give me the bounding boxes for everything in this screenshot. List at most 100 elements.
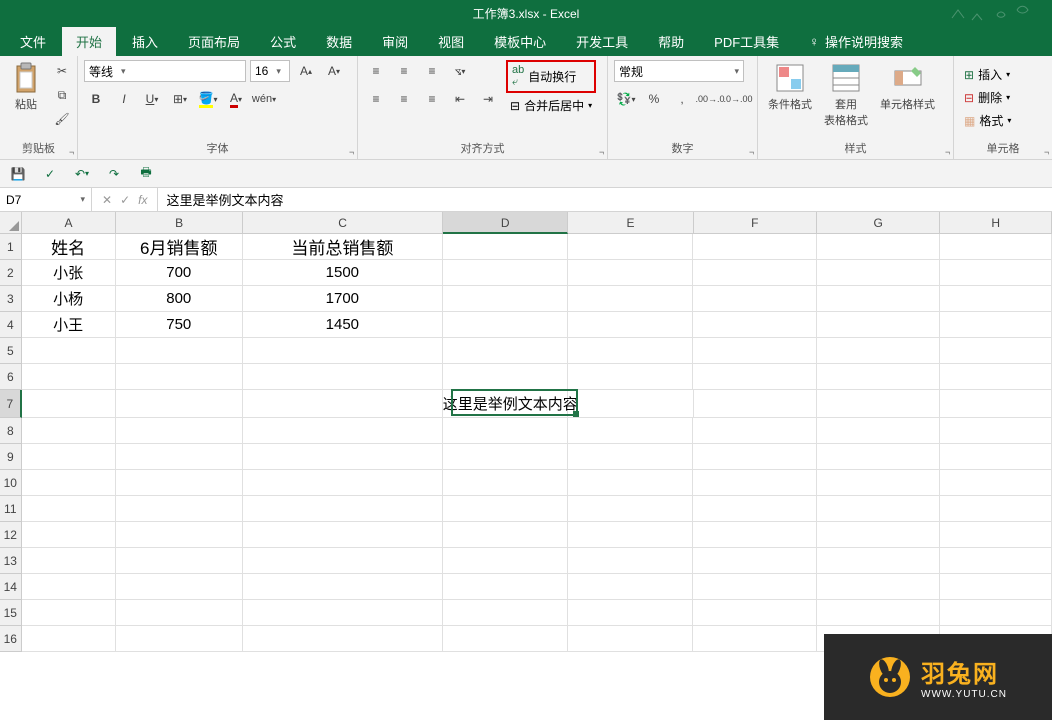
comma-button[interactable]: , (670, 88, 694, 110)
cell[interactable] (443, 418, 568, 444)
cell[interactable] (22, 600, 116, 626)
align-left-button[interactable]: ≡ (364, 88, 388, 110)
cell[interactable] (116, 522, 243, 548)
paste-button[interactable]: 粘贴 (6, 60, 46, 140)
cell[interactable] (568, 364, 693, 390)
font-color-button[interactable]: A▾ (224, 88, 248, 110)
insert-cells-button[interactable]: ⊞插入▾ (960, 64, 1046, 85)
cell[interactable] (443, 470, 568, 496)
cell[interactable] (940, 234, 1052, 260)
row-header[interactable]: 11 (0, 496, 22, 522)
copy-button[interactable]: ⧉ (50, 84, 74, 106)
undo-button[interactable]: ↶▾ (70, 163, 94, 185)
cell[interactable] (940, 496, 1052, 522)
cell[interactable] (443, 626, 568, 652)
cell[interactable] (940, 418, 1052, 444)
cell[interactable] (940, 574, 1052, 600)
row-header[interactable]: 7 (0, 390, 22, 418)
tab-formulas[interactable]: 公式 (256, 27, 310, 56)
column-header[interactable]: G (817, 212, 940, 234)
cell[interactable] (243, 600, 443, 626)
cell[interactable] (694, 390, 817, 418)
cell[interactable] (243, 522, 443, 548)
delete-cells-button[interactable]: ⊟删除▾ (960, 87, 1046, 108)
bold-button[interactable]: B (84, 88, 108, 110)
cell[interactable] (116, 390, 243, 418)
cell[interactable] (940, 312, 1052, 338)
row-header[interactable]: 14 (0, 574, 22, 600)
column-header[interactable]: B (116, 212, 243, 234)
cell[interactable] (116, 418, 243, 444)
cell[interactable] (443, 600, 568, 626)
cell[interactable] (568, 496, 693, 522)
cell[interactable] (243, 338, 443, 364)
row-header[interactable]: 2 (0, 260, 22, 286)
cell[interactable] (116, 496, 243, 522)
cell[interactable] (940, 286, 1052, 312)
quick-print-button[interactable]: 🖶 (134, 163, 158, 185)
cell[interactable] (817, 338, 940, 364)
fill-color-button[interactable]: 🪣▾ (196, 88, 220, 110)
cell[interactable] (243, 574, 443, 600)
row-header[interactable]: 15 (0, 600, 22, 626)
tab-file[interactable]: 文件 (6, 27, 60, 56)
cell[interactable] (693, 312, 816, 338)
cell[interactable] (568, 234, 693, 260)
cell[interactable] (443, 234, 568, 260)
cell[interactable] (693, 364, 816, 390)
cell[interactable] (116, 470, 243, 496)
align-bottom-button[interactable]: ≡ (420, 60, 444, 82)
align-right-button[interactable]: ≡ (420, 88, 444, 110)
cell[interactable] (116, 600, 243, 626)
row-header[interactable]: 16 (0, 626, 22, 652)
align-top-button[interactable]: ≡ (364, 60, 388, 82)
column-header[interactable]: H (940, 212, 1052, 234)
row-header[interactable]: 8 (0, 418, 22, 444)
cell[interactable] (243, 470, 443, 496)
cell[interactable] (817, 522, 940, 548)
cell[interactable] (443, 522, 568, 548)
cell[interactable] (568, 574, 693, 600)
cell[interactable] (693, 496, 816, 522)
save-button[interactable]: 💾 (6, 163, 30, 185)
cell[interactable] (817, 364, 940, 390)
cell[interactable] (940, 522, 1052, 548)
fx-button[interactable]: fx (138, 193, 147, 207)
align-center-button[interactable]: ≡ (392, 88, 416, 110)
cell[interactable] (243, 548, 443, 574)
phonetic-button[interactable]: wén▾ (252, 88, 276, 110)
cell[interactable] (243, 418, 443, 444)
name-box[interactable]: D7▾ (0, 188, 92, 211)
cell[interactable] (22, 522, 116, 548)
column-header[interactable]: A (22, 212, 116, 234)
cell[interactable] (817, 312, 940, 338)
cell[interactable] (693, 260, 816, 286)
format-painter-button[interactable]: 🖌 (50, 108, 74, 130)
cell[interactable] (443, 286, 568, 312)
number-format-combo[interactable]: 常规▾ (614, 60, 744, 82)
cell[interactable] (443, 260, 568, 286)
cell[interactable] (116, 548, 243, 574)
cell[interactable]: 小王 (22, 312, 116, 338)
qat-button[interactable]: ✓ (38, 163, 62, 185)
cell[interactable] (817, 234, 940, 260)
cell[interactable] (443, 444, 568, 470)
row-header[interactable]: 6 (0, 364, 22, 390)
cell[interactable] (116, 574, 243, 600)
tab-home[interactable]: 开始 (62, 27, 116, 56)
cell[interactable] (243, 444, 443, 470)
underline-button[interactable]: U▾ (140, 88, 164, 110)
cell[interactable] (568, 600, 693, 626)
tab-template[interactable]: 模板中心 (480, 27, 560, 56)
italic-button[interactable]: I (112, 88, 136, 110)
align-middle-button[interactable]: ≡ (392, 60, 416, 82)
cell[interactable] (22, 496, 116, 522)
wrap-text-button[interactable]: ab⤶ 自动换行 (506, 60, 596, 93)
row-header[interactable]: 3 (0, 286, 22, 312)
cell[interactable]: 750 (116, 312, 243, 338)
cell[interactable] (693, 418, 816, 444)
cell[interactable] (693, 522, 816, 548)
cell[interactable] (116, 626, 243, 652)
merge-center-button[interactable]: ⊟ 合并后居中 ▾ (506, 95, 596, 116)
row-header[interactable]: 1 (0, 234, 22, 260)
